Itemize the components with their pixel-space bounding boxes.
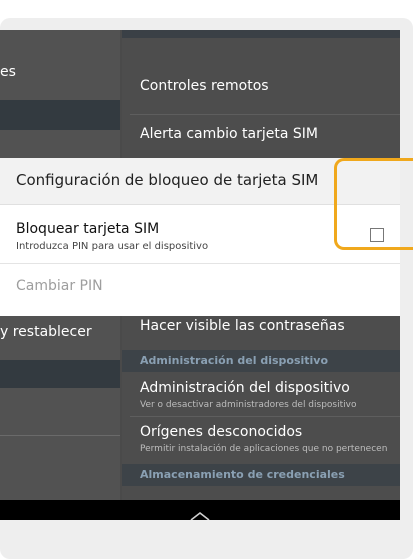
sim-change-alert-item[interactable]: Alerta cambio tarjeta SIM (140, 126, 318, 142)
show-passwords-item[interactable]: Hacer visible las contraseñas (140, 318, 345, 334)
section-header-device-admin: Administración del dispositivo (122, 350, 400, 372)
divider (130, 114, 400, 115)
dialog-title: Configuración de bloqueo de tarjeta SIM (16, 171, 319, 189)
unknown-sources-item[interactable]: Orígenes desconocidos (140, 424, 302, 440)
divider (0, 263, 400, 264)
settings-screen: es y restablecer Controles remotos Alert… (0, 30, 400, 520)
screenshot-frame: es y restablecer Controles remotos Alert… (0, 0, 413, 559)
device-card: es y restablecer Controles remotos Alert… (0, 18, 413, 559)
left-section-header (0, 100, 120, 130)
navigation-bar (0, 500, 400, 520)
left-item-reset[interactable]: y restablecer (0, 324, 120, 340)
left-section-header (0, 360, 120, 388)
checkbox-highlight (334, 158, 413, 250)
top-section-bar (122, 30, 400, 38)
divider (0, 435, 120, 436)
divider (130, 416, 400, 417)
section-header-credentials: Almacenamiento de credenciales (122, 464, 400, 486)
unknown-sources-subtitle: Permitir instalación de aplicaciones que… (140, 444, 388, 454)
change-pin-option[interactable]: Cambiar PIN (16, 278, 103, 294)
lock-sim-option[interactable]: Bloquear tarjeta SIM (16, 221, 159, 237)
chevron-up-icon[interactable] (188, 510, 212, 520)
left-item-partial[interactable]: es (0, 64, 120, 80)
device-admin-subtitle: Ver o desactivar administradores del dis… (140, 400, 357, 410)
device-admin-item[interactable]: Administración del dispositivo (140, 380, 350, 396)
lock-sim-subtitle: Introduzca PIN para usar el dispositivo (16, 241, 209, 252)
remote-controls-item[interactable]: Controles remotos (140, 78, 269, 94)
